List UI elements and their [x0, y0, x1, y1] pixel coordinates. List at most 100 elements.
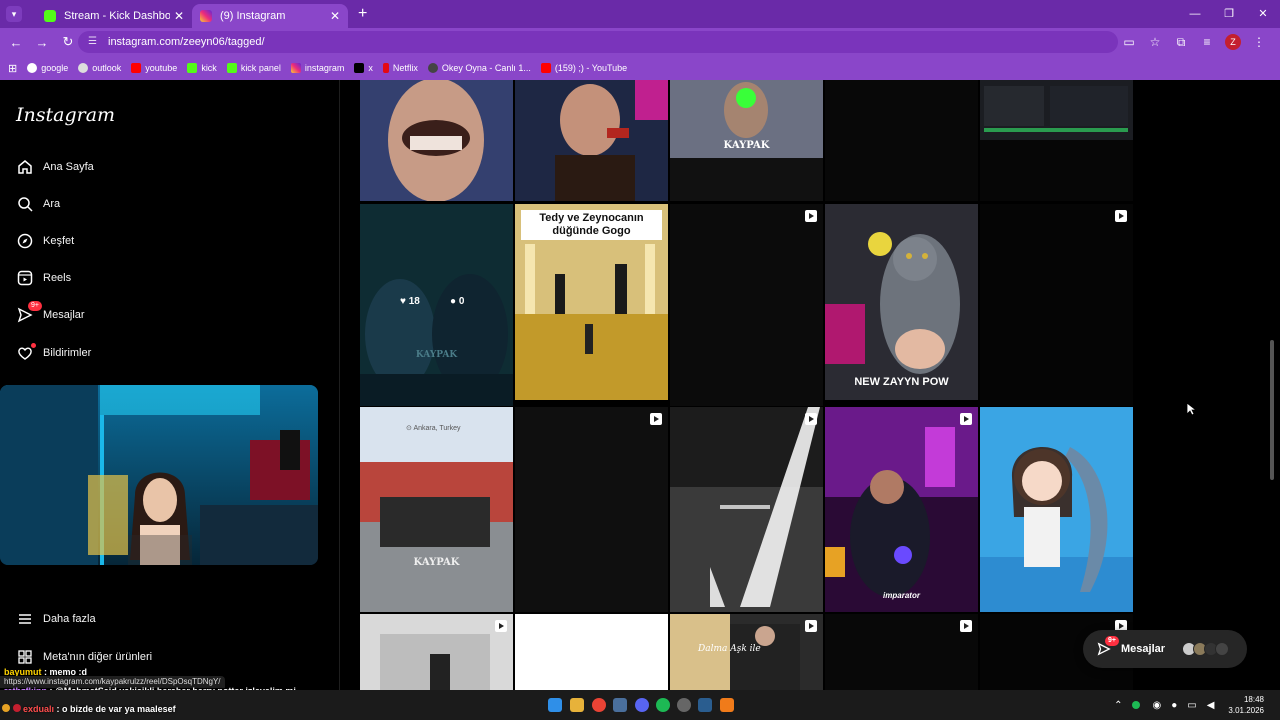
post-tile[interactable] [980, 80, 1133, 201]
bookmark-okey[interactable]: Okey Oyna - Canlı 1... [427, 63, 531, 73]
post-tile[interactable] [980, 407, 1133, 612]
post-caption: imparator [883, 591, 920, 600]
post-tile[interactable] [360, 614, 513, 690]
post-tile[interactable]: KAYPAK [670, 80, 823, 201]
cast-icon[interactable]: ▭ [1116, 35, 1142, 49]
scrollbar-thumb[interactable] [1270, 340, 1274, 480]
post-tile[interactable]: ⊙ Ankara, Turkey KAYPAK [360, 407, 513, 612]
post-tile[interactable] [515, 80, 668, 201]
close-tab-icon[interactable]: ✕ [330, 9, 340, 23]
bookmark-outlook[interactable]: outlook [78, 63, 121, 73]
badge-icon [12, 704, 21, 712]
app-icon[interactable] [720, 698, 734, 712]
sidebar-item-more[interactable]: Daha fazla [16, 607, 96, 631]
bookmark-youtube-2[interactable]: (159) ;) - YouTube [540, 63, 627, 73]
tab-kick-dashboard[interactable]: Stream - Kick Dashboard ✕ [36, 4, 192, 28]
new-tab-button[interactable]: + [358, 5, 367, 23]
bookmark-label: Netflix [392, 63, 418, 73]
bookmark-youtube[interactable]: youtube [131, 63, 177, 73]
notification-badge: 9+ [1105, 636, 1119, 646]
sidebar-item-reels[interactable]: Reels [16, 266, 71, 290]
post-tile[interactable] [515, 407, 668, 612]
sidebar-item-label: Meta'nın diğer ürünleri [43, 651, 153, 663]
microphone-icon[interactable]: ● [1171, 700, 1177, 711]
volume-icon[interactable]: ◀ [1207, 700, 1215, 711]
bookmarks-bar: ⊞ google outlook youtube kick kick panel… [0, 56, 1280, 80]
bookmark-google[interactable]: google [27, 63, 68, 73]
bookmark-star-icon[interactable]: ☆ [1142, 35, 1168, 49]
compass-icon [16, 232, 34, 250]
spotify-icon[interactable] [656, 698, 670, 712]
post-tile[interactable] [980, 204, 1133, 406]
bookmark-kick-panel[interactable]: kick panel [226, 63, 281, 73]
post-tile[interactable]: NEW ZAYYN POW [825, 204, 978, 400]
clock-time: 18:48 [1243, 695, 1264, 704]
address-bar[interactable]: ☰ instagram.com/zeeyn06/tagged/ [78, 31, 1118, 53]
obs-icon[interactable] [677, 698, 691, 712]
post-tile[interactable]: Tedy ve Zeynocanın düğünde Gogo [515, 204, 668, 400]
sidebar-item-messages[interactable]: 9+ Mesajlar [16, 301, 85, 327]
tab-search-button[interactable]: ▾ [6, 6, 22, 22]
post-tile[interactable] [825, 614, 978, 690]
forward-icon[interactable]: → [30, 35, 54, 50]
streamer-webcam-overlay [0, 385, 318, 565]
close-tab-icon[interactable]: ✕ [174, 9, 184, 23]
discord-icon[interactable] [635, 698, 649, 712]
tray-expand-icon[interactable]: ⌃ [1114, 700, 1122, 711]
instagram-logo[interactable]: Instagram [16, 104, 115, 126]
bookmark-label: Okey Oyna - Canlı 1... [441, 63, 531, 73]
site-info-icon[interactable]: ☰ [88, 36, 100, 48]
bookmark-label: google [41, 63, 69, 73]
file-explorer-icon[interactable] [570, 698, 584, 712]
sidebar-item-notifications[interactable]: Bildirimler [16, 341, 91, 365]
more-icon [1215, 642, 1230, 656]
page-scrollbar[interactable] [1268, 80, 1276, 690]
post-tile[interactable] [670, 204, 823, 406]
bookmark-netflix[interactable]: Netflix [382, 63, 418, 73]
extensions-icon[interactable]: ⧉ [1168, 35, 1194, 50]
messenger-icon: 9+ [16, 301, 42, 324]
post-tile[interactable]: Dalma Aşk ile [670, 614, 823, 690]
profile-avatar[interactable]: Z [1225, 34, 1241, 50]
reel-icon [650, 413, 662, 425]
reel-icon [960, 413, 972, 425]
bookmark-kick[interactable]: kick [187, 63, 217, 73]
steam-icon[interactable] [613, 698, 627, 712]
apps-grid-icon[interactable]: ⊞ [8, 62, 17, 75]
sidebar-item-explore[interactable]: Keşfet [16, 229, 74, 253]
post-caption: KAYPAK [415, 350, 458, 360]
minimize-icon[interactable]: — [1178, 0, 1212, 28]
kick-favicon-icon [44, 10, 56, 22]
bookmark-instagram[interactable]: instagram [290, 63, 344, 73]
bookmark-label: kick panel [240, 63, 281, 73]
media-controls-icon[interactable]: ≡ [1194, 35, 1220, 49]
sidebar-item-home[interactable]: Ana Sayfa [16, 155, 94, 179]
tray-app-icon[interactable] [1132, 701, 1141, 709]
taskbar-clock[interactable]: 18:48 3.01.2026 [1228, 694, 1264, 716]
post-tile[interactable] [515, 614, 668, 690]
tab-instagram[interactable]: (9) Instagram ✕ [192, 4, 348, 28]
post-tile[interactable] [670, 407, 823, 612]
network-icon[interactable]: ▭ [1187, 700, 1196, 711]
sidebar-item-meta-products[interactable]: Meta'nın diğer ürünleri [16, 645, 152, 669]
maximize-icon[interactable]: ❐ [1212, 0, 1246, 28]
windows-start-icon[interactable] [548, 698, 562, 712]
back-icon[interactable]: ← [4, 35, 28, 50]
post-tile[interactable] [825, 80, 978, 201]
post-tile[interactable]: ♥ 18 ● 0 KAYPAK [360, 204, 513, 406]
chrome-icon[interactable] [592, 698, 606, 712]
close-window-icon[interactable]: ✕ [1246, 0, 1280, 28]
reload-icon[interactable]: ↻ [56, 34, 80, 50]
mouse-cursor-icon [1186, 402, 1196, 416]
messages-popup-button[interactable]: 9+ Mesajlar [1083, 630, 1247, 668]
reel-icon [1115, 210, 1127, 222]
post-tile[interactable]: imparator [825, 407, 978, 612]
bookmark-x[interactable]: x [354, 63, 373, 73]
chrome-menu-icon[interactable]: ⋮ [1246, 35, 1272, 49]
steam-tray-icon[interactable]: ◉ [1152, 700, 1161, 711]
instagram-favicon-icon [200, 10, 212, 22]
like-count: ♥ 18 [400, 296, 420, 307]
steam-icon-2[interactable] [698, 698, 712, 712]
sidebar-item-search[interactable]: Ara [16, 192, 60, 216]
post-tile[interactable] [360, 80, 513, 201]
